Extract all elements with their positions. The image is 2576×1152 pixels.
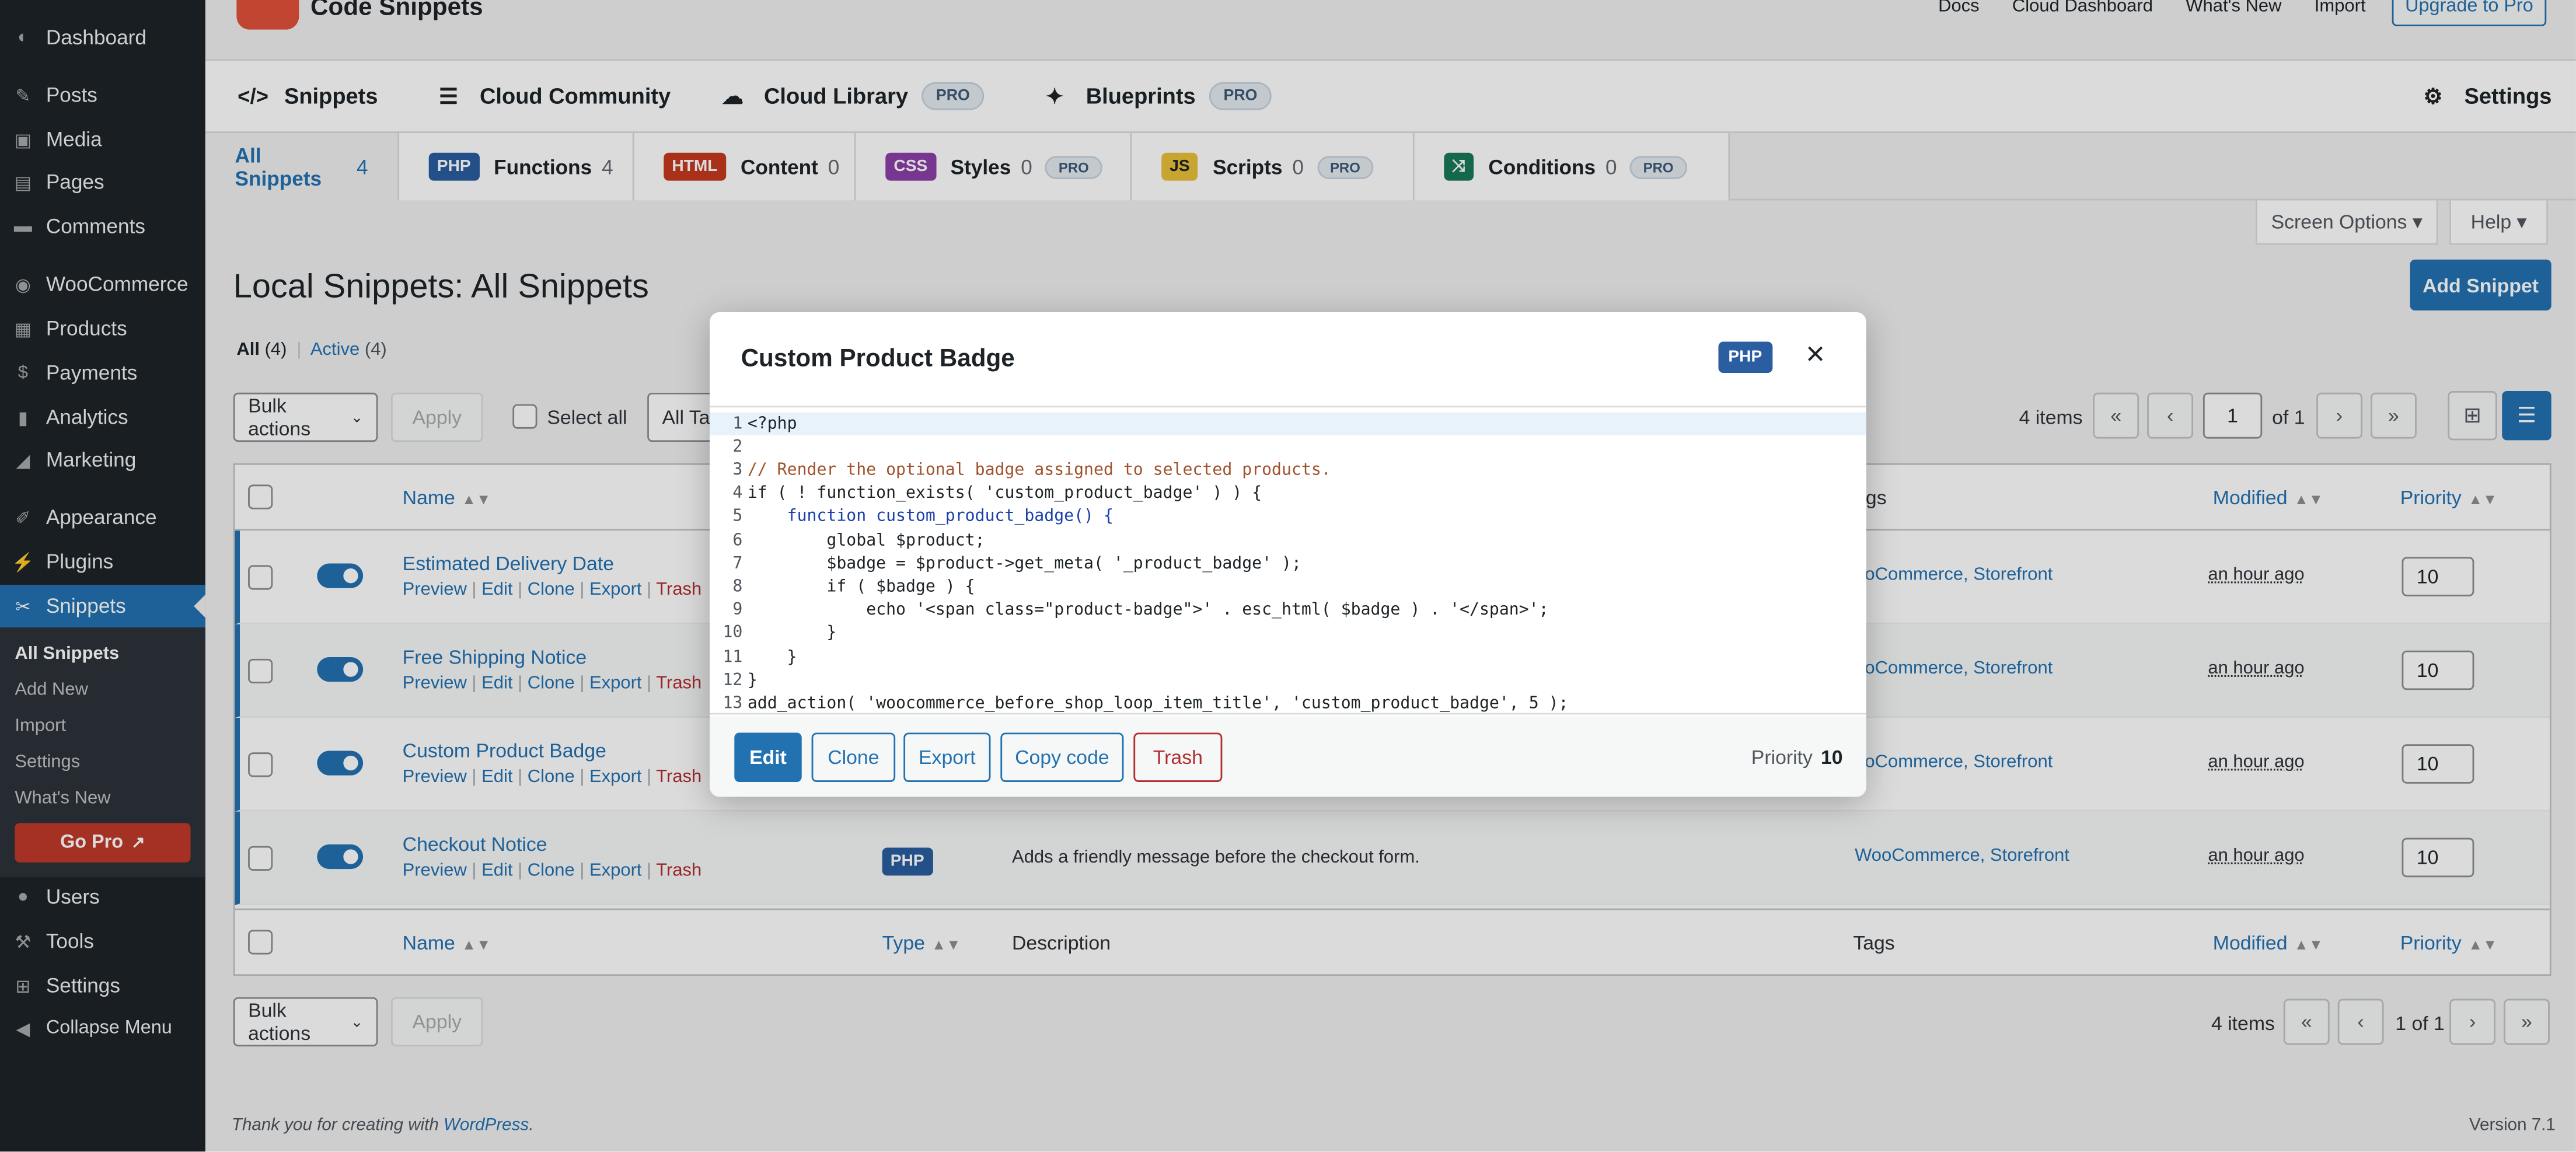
line-number: 10 <box>722 623 743 642</box>
modal-copy-code-button[interactable]: Copy code <box>1000 732 1124 782</box>
modal-trash-button[interactable]: Trash <box>1133 732 1223 782</box>
code-line: 10 } <box>710 621 1866 644</box>
priority-value: 10 <box>1820 746 1843 769</box>
modal-export-button[interactable]: Export <box>903 732 991 782</box>
line-number: 5 <box>732 507 743 525</box>
modal-priority: Priority 10 <box>1751 746 1843 769</box>
line-number: 1 <box>732 414 743 433</box>
line-number: 4 <box>732 484 743 502</box>
code-text: } <box>747 648 797 666</box>
code-line: 3// Render the optional badge assigned t… <box>710 458 1866 481</box>
line-number: 9 <box>732 600 743 619</box>
line-number: 11 <box>722 648 743 666</box>
code-viewer[interactable]: 1 <?php 2 3// Render the optional badge a… <box>710 406 1866 715</box>
code-line: 2 <box>710 435 1866 458</box>
modal-title: Custom Product Badge <box>741 345 1015 373</box>
code-line: 7 $badge = $product->get_meta( '_product… <box>710 552 1866 575</box>
modal-edit-button[interactable]: Edit <box>734 732 802 782</box>
code-text: // Render the optional badge assigned to… <box>747 460 1331 479</box>
code-text: if ( ! function_exists( 'custom_product_… <box>747 484 1262 502</box>
code-line: 12} <box>710 669 1866 692</box>
code-text: } <box>747 671 758 689</box>
code-text: } <box>747 623 837 642</box>
modal-footer: Edit Clone Export Copy code Trash Priori… <box>710 716 1866 797</box>
code-line: 1 <?php <box>710 412 1866 435</box>
code-text: echo '<span class="product-badge">' . es… <box>747 600 1549 619</box>
code-text: function custom_product_badge() { <box>747 507 1114 525</box>
code-line: 13 add_action( 'woocommerce_before_shop_l… <box>710 692 1866 713</box>
code-text: global $product; <box>747 531 985 550</box>
code-line: 5 function custom_product_badge() { <box>710 504 1866 527</box>
modal-clone-button[interactable]: Clone <box>811 732 896 782</box>
code-text: $badge = $product->get_meta( '_product_b… <box>747 554 1301 573</box>
snippet-preview-modal: Custom Product Badge PHP × 1 <?php 2 3// … <box>710 312 1866 797</box>
code-text: <?php <box>747 414 797 433</box>
code-line: 6 global $product; <box>710 529 1866 551</box>
line-number: 2 <box>732 438 743 456</box>
priority-label: Priority <box>1751 746 1813 769</box>
line-number: 6 <box>732 531 743 550</box>
close-icon[interactable]: × <box>1800 338 1830 371</box>
php-badge: PHP <box>1718 341 1772 373</box>
line-number: 13 <box>722 694 743 713</box>
code-line: 4 if ( ! function_exists( 'custom_product… <box>710 481 1866 504</box>
code-line: 9 echo '<span class="product-badge">' . … <box>710 598 1866 621</box>
code-text: add_action( 'woocommerce_before_shop_loo… <box>747 694 1569 713</box>
screen: ◐ Dashboard ✎ Posts ▣ Media ▤ Pages ▬ Comment… <box>0 0 2576 1152</box>
line-number: 7 <box>732 554 743 573</box>
code-line: 11 } <box>710 645 1866 668</box>
code-line: 8 if ( $badge ) { <box>710 575 1866 598</box>
code-text: if ( $badge ) { <box>747 577 975 596</box>
line-number: 3 <box>732 460 743 479</box>
line-number: 8 <box>732 577 743 596</box>
line-number: 12 <box>722 671 743 689</box>
